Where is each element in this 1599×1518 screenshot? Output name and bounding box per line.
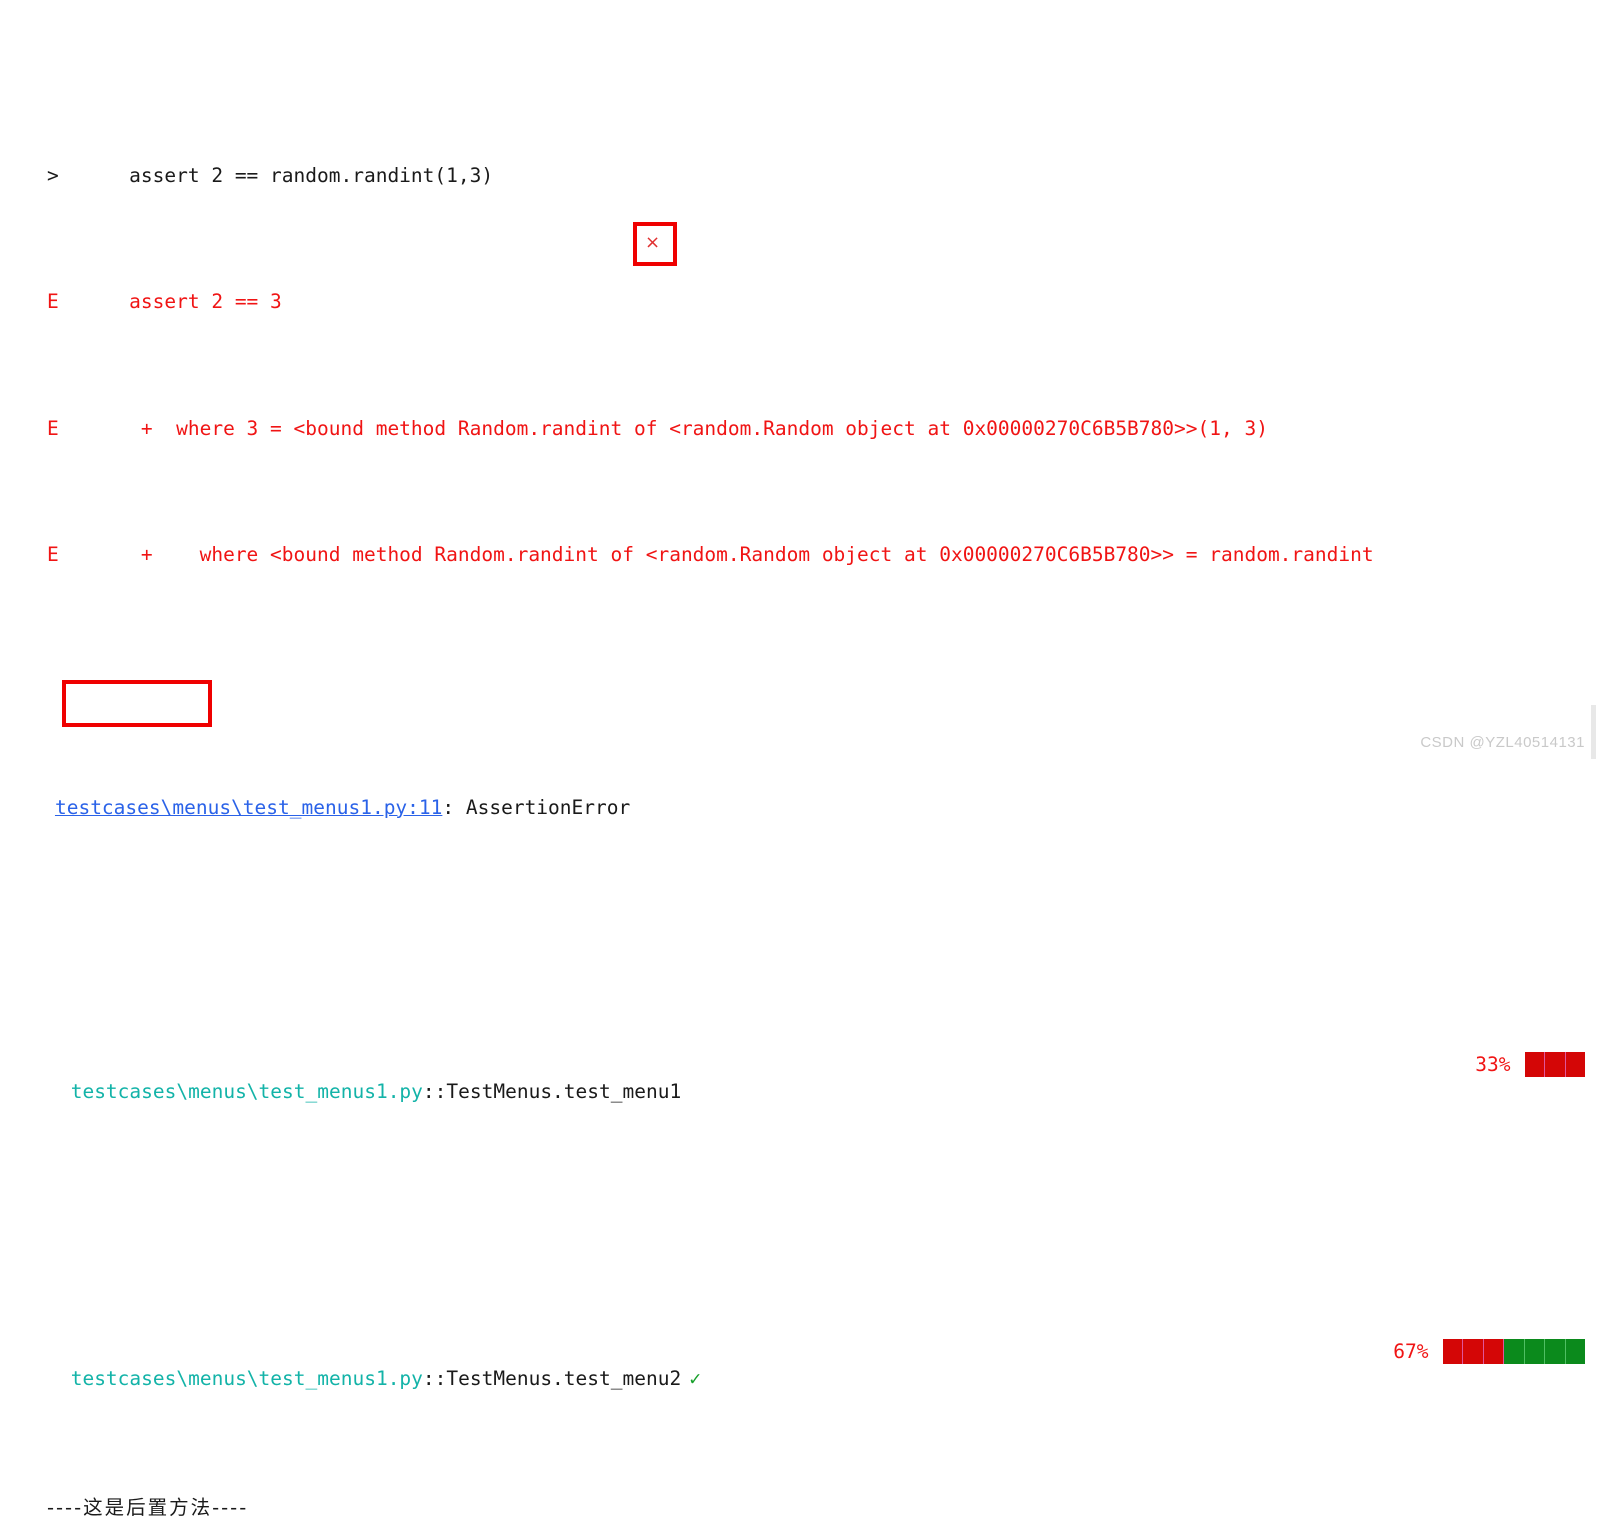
progress-segment	[1463, 1339, 1484, 1365]
traceback-line-4: E + where <bound method Random.randint o…	[0, 508, 1599, 566]
cross-icon: ×	[645, 232, 661, 253]
test-nodeid-2: ::TestMenus.test_menu2	[422, 1367, 682, 1391]
progress-segment	[1565, 1051, 1585, 1077]
test-path-1: testcases\menus\test_menus1.py	[58, 1080, 423, 1104]
progress-bar-1	[1524, 1051, 1585, 1077]
progress-row-2: 67%	[1393, 1336, 1585, 1368]
traceback-line-3: E + where 3 = <bound method Random.randi…	[0, 381, 1599, 440]
progress-segment	[1545, 1339, 1566, 1365]
traceback-line-1: > assert 2 == random.randint(1,3)	[0, 126, 1599, 187]
terminal-output: > assert 2 == random.randint(1,3) E asse…	[0, 0, 1599, 1518]
source-location-link[interactable]: testcases\menus\test_menus1.py:11	[55, 796, 442, 819]
progress-bar-2	[1442, 1339, 1585, 1365]
progress-segment	[1545, 1051, 1566, 1077]
traceback-code-2: assert 2 == 3	[58, 290, 282, 314]
progress-segment	[1483, 1339, 1504, 1365]
traceback-marker-source: >	[46, 163, 59, 187]
check-icon: ✓	[689, 1367, 701, 1391]
traceback-marker-error-3: E	[46, 543, 59, 567]
traceback-code-1: assert 2 == random.randint(1,3)	[58, 163, 494, 187]
traceback-line-2: E assert 2 == 3	[0, 255, 1599, 313]
traceback-code-4: + where <bound method Random.randint of …	[58, 543, 1374, 567]
test-result-row-1: testcases\menus\test_menus1.py::TestMenu…	[0, 1045, 1599, 1103]
traceback-location-line: testcases\menus\test_menus1.py:11: Asser…	[0, 760, 1599, 819]
test-nodeid-1: ::TestMenus.test_menu1	[422, 1080, 682, 1104]
progress-segment	[1442, 1339, 1463, 1365]
progress-segment	[1504, 1339, 1525, 1365]
progress-segment	[1524, 1339, 1545, 1365]
scrollbar-thumb[interactable]	[1591, 705, 1596, 759]
traceback-marker-error-1: E	[46, 290, 59, 314]
test-result-row-2: testcases\menus\test_menus1.py::TestMenu…	[0, 1332, 1599, 1390]
progress-percent-2: 67%	[1393, 1339, 1429, 1363]
traceback-marker-error-2: E	[46, 416, 59, 440]
traceback-code-3: + where 3 = <bound method Random.randint…	[58, 416, 1268, 440]
watermark-text: CSDN @YZL40514131	[1420, 734, 1585, 751]
progress-segment	[1565, 1339, 1585, 1365]
progress-segment	[1524, 1051, 1545, 1077]
progress-row-1: 33%	[1475, 1049, 1585, 1081]
progress-percent-1: 33%	[1475, 1052, 1511, 1076]
teardown-output-text: ----这是后置方法----	[46, 1496, 249, 1518]
assertion-error-label: : AssertionError	[442, 795, 631, 819]
teardown-output-line: ----这是后置方法----	[0, 1461, 1599, 1518]
test-path-2: testcases\menus\test_menus1.py	[58, 1367, 423, 1391]
